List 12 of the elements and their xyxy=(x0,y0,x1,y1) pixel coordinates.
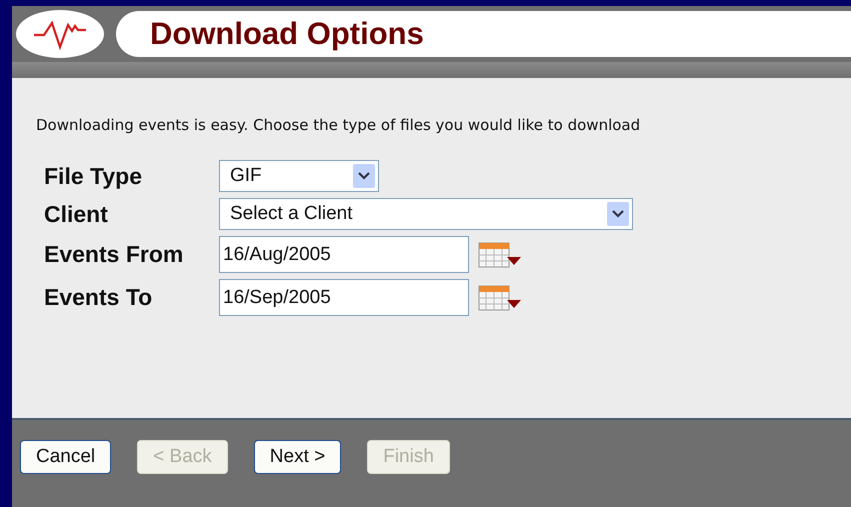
wizard-button[interactable]: Cancel xyxy=(20,440,112,474)
wizard-button[interactable]: Next > xyxy=(254,440,342,474)
dropdown[interactable]: GIF xyxy=(219,160,379,192)
field-label: Client xyxy=(44,200,109,228)
dropdown[interactable]: Select a Client xyxy=(219,198,633,230)
date-field[interactable]: 16/Aug/2005 xyxy=(219,236,469,273)
date-field[interactable]: 16/Sep/2005 xyxy=(219,279,469,316)
page-title: Download Options xyxy=(150,16,424,52)
intro-text: Downloading events is easy. Choose the type of files you would like to download xyxy=(36,116,642,134)
field-label: Events To xyxy=(44,284,154,311)
field-label: Events From xyxy=(44,241,184,268)
field-label: File Type xyxy=(44,162,143,190)
